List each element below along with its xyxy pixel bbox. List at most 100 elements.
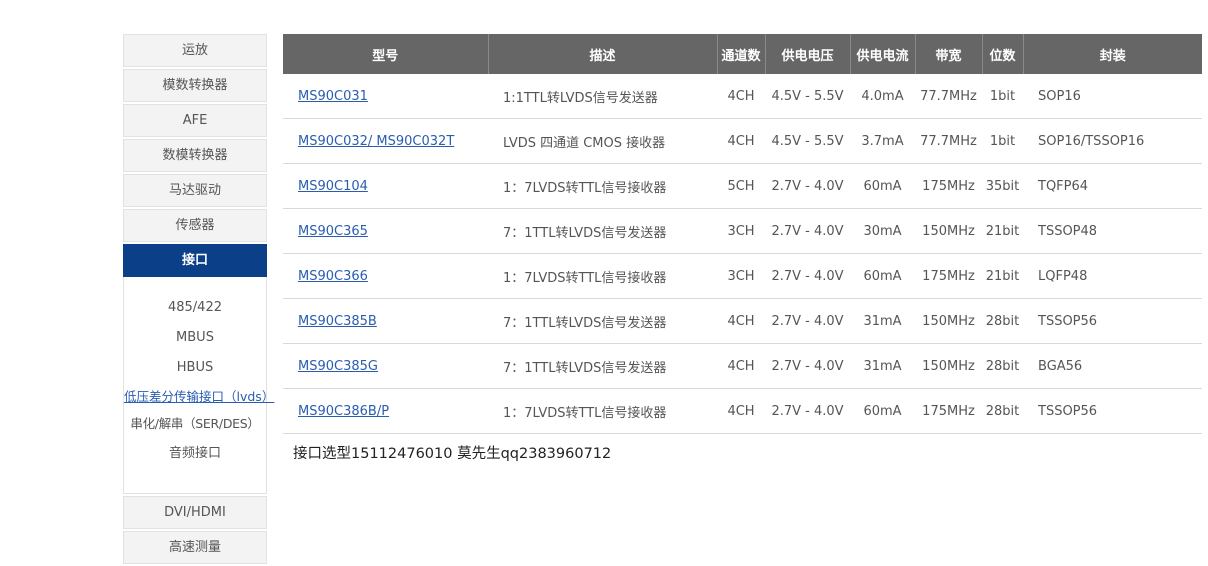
table-row: MS90C365 7：1TTL转LVDS信号发送器 3CH 2.7V - 4.0V 30… [283, 208, 1202, 254]
column-header: 描述 [487, 34, 717, 74]
table-row: MS90C032/ MS90C032T LVDS 四通道 CMOS 接收器 4CH 4… [283, 118, 1202, 164]
subcategory-item[interactable]: HBUS [124, 353, 266, 383]
column-header: 位数 [981, 34, 1023, 74]
cell-bandwidth: 150MHz [915, 298, 982, 344]
cell-bits: 28bit [982, 388, 1023, 434]
category-item-active[interactable]: 接口 [123, 244, 267, 277]
cell-description: 7：1TTL转LVDS信号发送器 [488, 208, 717, 254]
table-row: MS90C386B/P 1：7LVDS转TTL信号接收器 4CH 2.7V - 4.0… [283, 388, 1202, 434]
cell-model: MS90C032/ MS90C032T [283, 118, 488, 164]
cell-supply-voltage: 2.7V - 4.0V [765, 388, 850, 434]
subcategory-list: 485/422 MBUS HBUS 低压差分传输接口（lvds） 串化/解串（S… [123, 277, 274, 494]
model-link[interactable]: MS90C366 [298, 269, 368, 284]
cell-model: MS90C386B/P [283, 388, 488, 434]
cell-package: LQFP48 [1023, 253, 1202, 299]
cell-bits: 28bit [982, 298, 1023, 344]
cell-model: MS90C365 [283, 208, 488, 254]
cell-bandwidth: 175MHz [915, 253, 982, 299]
cell-supply-voltage: 2.7V - 4.0V [765, 343, 850, 389]
cell-bits: 21bit [982, 208, 1023, 254]
contact-info: 接口选型15112476010 莫先生qq2383960712 [293, 446, 612, 462]
cell-bits: 28bit [982, 343, 1023, 389]
model-link[interactable]: MS90C385B [298, 314, 377, 329]
cell-description: 1:1TTL转LVDS信号发送器 [488, 74, 717, 119]
column-header: 封装 [1022, 34, 1202, 74]
subcategory-item[interactable]: 串化/解串（SER/DES） [124, 409, 266, 439]
table-row: MS90C385B 7：1TTL转LVDS信号发送器 4CH 2.7V - 4.0V 3… [283, 298, 1202, 344]
category-item[interactable]: 运放 [123, 34, 267, 67]
column-header: 供电电压 [764, 34, 850, 74]
cell-channels: 4CH [717, 74, 765, 119]
cell-supply-voltage: 4.5V - 5.5V [765, 118, 850, 164]
cell-supply-current: 60mA [850, 253, 915, 299]
cell-supply-current: 31mA [850, 343, 915, 389]
cell-bits: 35bit [982, 163, 1023, 209]
cell-package: TSSOP56 [1023, 298, 1202, 344]
cell-channels: 4CH [717, 298, 765, 344]
column-header: 型号 [283, 34, 488, 74]
cell-package: TSSOP48 [1023, 208, 1202, 254]
category-item[interactable]: DVI/HDMI [123, 496, 267, 529]
cell-package: TQFP64 [1023, 163, 1202, 209]
subcategory-item[interactable]: 音频接口 [124, 439, 266, 469]
cell-channels: 4CH [717, 388, 765, 434]
cell-supply-current: 60mA [850, 163, 915, 209]
model-link[interactable]: MS90C031 [298, 89, 368, 104]
cell-package: BGA56 [1023, 343, 1202, 389]
column-header: 供电电流 [849, 34, 915, 74]
category-item[interactable]: 数模转换器 [123, 139, 267, 172]
cell-supply-current: 31mA [850, 298, 915, 344]
table-header-row: 型号 描述 通道数 供电电压 供电电流 带宽 位数 封装 [283, 34, 1202, 74]
cell-supply-current: 30mA [850, 208, 915, 254]
cell-bandwidth: 175MHz [915, 388, 982, 434]
cell-model: MS90C366 [283, 253, 488, 299]
cell-supply-current: 3.7mA [850, 118, 915, 164]
cell-bandwidth: 150MHz [915, 343, 982, 389]
cell-package: SOP16/TSSOP16 [1023, 118, 1202, 164]
cell-package: TSSOP56 [1023, 388, 1202, 434]
cell-bits: 1bit [982, 118, 1023, 164]
category-item[interactable]: 模数转换器 [123, 69, 267, 102]
subcategory-item[interactable]: MBUS [124, 323, 266, 353]
cell-supply-voltage: 2.7V - 4.0V [765, 163, 850, 209]
cell-package: SOP16 [1023, 74, 1202, 119]
cell-supply-voltage: 4.5V - 5.5V [765, 74, 850, 119]
cell-supply-voltage: 2.7V - 4.0V [765, 253, 850, 299]
category-item[interactable]: 传感器 [123, 209, 267, 242]
cell-bits: 21bit [982, 253, 1023, 299]
category-item[interactable]: AFE [123, 104, 267, 137]
category-sidebar: 运放 模数转换器 AFE 数模转换器 马达驱动 传感器 接口 485/422 M… [123, 34, 274, 566]
table-row: MS90C366 1：7LVDS转TTL信号接收器 3CH 2.7V - 4.0V 60… [283, 253, 1202, 299]
cell-bandwidth: 77.7MHz [915, 118, 982, 164]
column-header: 带宽 [914, 34, 982, 74]
cell-supply-voltage: 2.7V - 4.0V [765, 208, 850, 254]
model-link[interactable]: MS90C365 [298, 224, 368, 239]
cell-channels: 5CH [717, 163, 765, 209]
cell-supply-current: 4.0mA [850, 74, 915, 119]
cell-model: MS90C104 [283, 163, 488, 209]
cell-description: 7：1TTL转LVDS信号发送器 [488, 343, 717, 389]
cell-channels: 4CH [717, 343, 765, 389]
cell-bandwidth: 77.7MHz [915, 74, 982, 119]
cell-channels: 4CH [717, 118, 765, 164]
model-link[interactable]: MS90C104 [298, 179, 368, 194]
cell-channels: 3CH [717, 253, 765, 299]
cell-channels: 3CH [717, 208, 765, 254]
cell-description: 7：1TTL转LVDS信号发送器 [488, 298, 717, 344]
cell-description: LVDS 四通道 CMOS 接收器 [488, 118, 717, 164]
product-table: 型号 描述 通道数 供电电压 供电电流 带宽 位数 封装 MS90C031 1:1… [283, 34, 1202, 434]
cell-supply-current: 60mA [850, 388, 915, 434]
table-row: MS90C031 1:1TTL转LVDS信号发送器 4CH 4.5V - 5.5V 4.… [283, 74, 1202, 119]
cell-bandwidth: 175MHz [915, 163, 982, 209]
category-item[interactable]: 高速测量 [123, 531, 267, 564]
cell-description: 1：7LVDS转TTL信号接收器 [488, 163, 717, 209]
model-link[interactable]: MS90C386B/P [298, 404, 389, 419]
cell-supply-voltage: 2.7V - 4.0V [765, 298, 850, 344]
cell-model: MS90C385B [283, 298, 488, 344]
cell-model: MS90C385G [283, 343, 488, 389]
model-link[interactable]: MS90C385G [298, 359, 378, 374]
subcategory-item[interactable]: 485/422 [124, 293, 266, 323]
model-link[interactable]: MS90C032/ MS90C032T [298, 134, 454, 149]
subcategory-item-selected[interactable]: 低压差分传输接口（lvds） [124, 383, 274, 409]
category-item[interactable]: 马达驱动 [123, 174, 267, 207]
